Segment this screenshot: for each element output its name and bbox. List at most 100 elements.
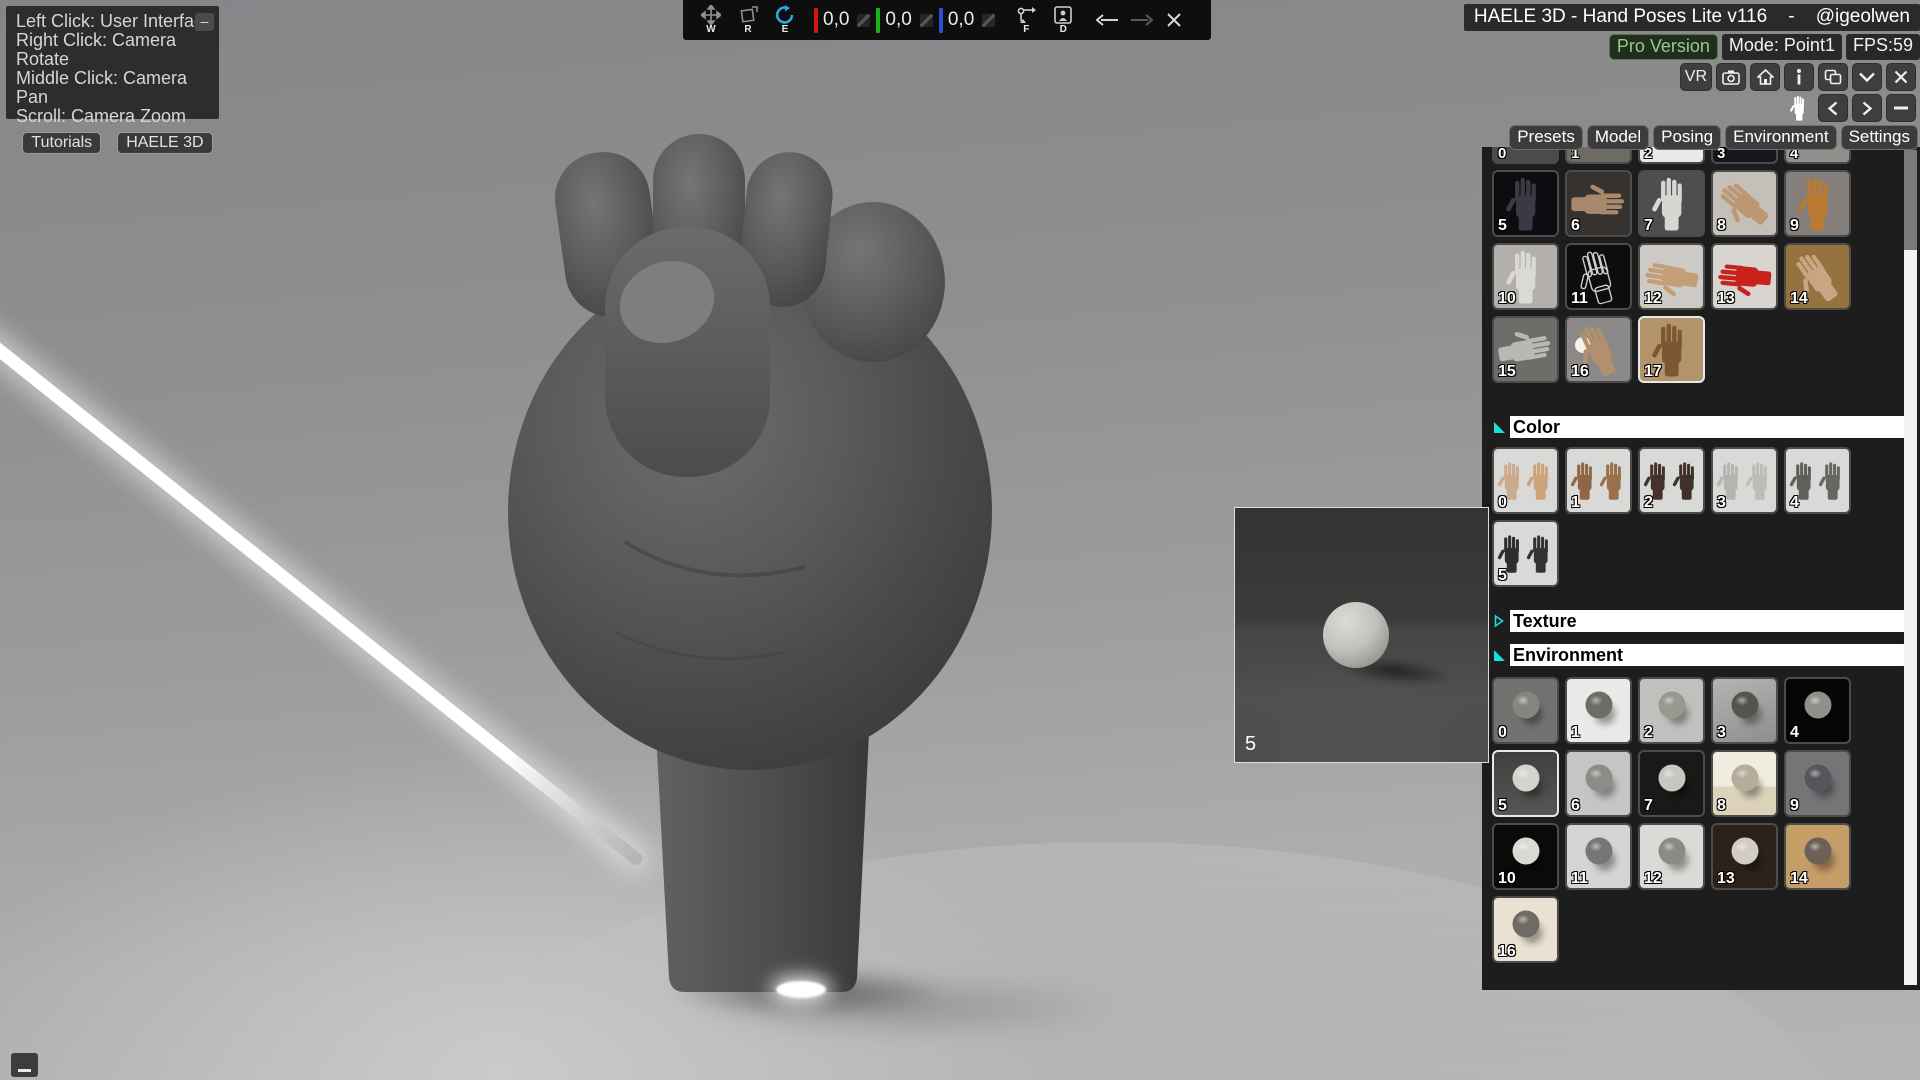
axis-value-field-2[interactable]: 0,0 (939, 8, 974, 33)
focus-icon (1015, 5, 1037, 25)
environment-thumb[interactable]: 16 (1492, 896, 1559, 963)
preset-thumb[interactable]: 6 (1565, 170, 1632, 237)
tutorials-button[interactable]: Tutorials (22, 132, 101, 154)
environment-thumb[interactable]: 8 (1711, 750, 1778, 817)
focus-tool-button[interactable]: F (1012, 5, 1040, 35)
axis-value-field-0[interactable]: 0,0 (814, 8, 849, 33)
environment-thumb[interactable]: 9 (1784, 750, 1851, 817)
environment-thumb[interactable]: 3 (1711, 677, 1778, 744)
floor-glint (776, 981, 826, 998)
color-thumb[interactable]: 1 (1565, 447, 1632, 514)
environment-thumb[interactable]: 6 (1565, 750, 1632, 817)
vr-button[interactable]: VR (1680, 63, 1712, 91)
hand-cursor-button[interactable] (1784, 94, 1814, 122)
close-icon (1894, 70, 1908, 84)
environment-thumb[interactable]: 2 (1638, 677, 1705, 744)
color-thumb[interactable]: 5 (1492, 520, 1559, 587)
color-thumb[interactable]: 0 (1492, 447, 1559, 514)
preset-thumb[interactable]: 17 (1638, 316, 1705, 383)
hand-thumbnail-icon (1816, 453, 1849, 508)
help-minimize-button[interactable]: – (195, 13, 214, 31)
thumbnail-number: 7 (1644, 797, 1653, 815)
info-button[interactable] (1784, 63, 1814, 91)
move-tool-button[interactable]: W (697, 5, 725, 35)
default-view-icon (1053, 5, 1073, 25)
preview-sphere (1323, 602, 1389, 668)
duplicate-button[interactable] (1818, 63, 1848, 91)
scale-icon (738, 5, 758, 25)
preset-thumb[interactable]: 5 (1492, 170, 1559, 237)
panel-scrollbar-thumb[interactable] (1904, 150, 1917, 250)
preset-thumb[interactable]: 14 (1784, 243, 1851, 310)
environment-thumb[interactable]: 5 (1492, 750, 1559, 817)
preset-thumb[interactable]: 8 (1711, 170, 1778, 237)
redo-arrow-icon[interactable] (1129, 12, 1153, 28)
thumbnail-number: 5 (1498, 567, 1507, 585)
mode-badge: Mode: Point1 (1722, 34, 1842, 60)
panel-scrollbar[interactable] (1904, 150, 1917, 985)
environment-thumb[interactable]: 10 (1492, 823, 1559, 890)
preset-thumb[interactable]: 13 (1711, 243, 1778, 310)
environment-sphere (1512, 838, 1539, 865)
info-icon (1795, 69, 1803, 85)
color-section-header[interactable]: Color (1488, 416, 1905, 438)
preset-thumb[interactable]: 12 (1638, 243, 1705, 310)
thumbnail-number: 13 (1717, 870, 1735, 888)
preset-thumb[interactable]: 15 (1492, 316, 1559, 383)
environment-thumb[interactable]: 14 (1784, 823, 1851, 890)
environment-thumb[interactable]: 11 (1565, 823, 1632, 890)
transform-toolbar: W R E 0,0 0,0 0,0 F (683, 0, 1211, 40)
viewport-minimize-button[interactable] (11, 1053, 38, 1077)
thumbnail-number: 15 (1498, 363, 1516, 381)
close-toolbar-icon[interactable] (1166, 12, 1182, 28)
environment-thumb[interactable]: 1 (1565, 677, 1632, 744)
tab-settings[interactable]: Settings (1841, 125, 1918, 150)
environment-thumb[interactable]: 12 (1638, 823, 1705, 890)
scale-tool-button[interactable]: R (734, 5, 762, 35)
tab-presets[interactable]: Presets (1509, 125, 1583, 150)
preset-thumb[interactable]: 10 (1492, 243, 1559, 310)
haele-3d-button[interactable]: HAELE 3D (117, 132, 212, 154)
minimize-panel-button[interactable] (1886, 94, 1916, 122)
minus-icon (1894, 106, 1908, 110)
home-button[interactable] (1750, 63, 1780, 91)
thumbnail-number: 2 (1644, 494, 1653, 512)
axis-lock-icon[interactable] (982, 14, 995, 27)
fist-model[interactable] (505, 112, 1005, 992)
preset-thumb[interactable]: 7 (1638, 170, 1705, 237)
collapse-button[interactable] (1852, 63, 1882, 91)
environment-thumb[interactable]: 13 (1711, 823, 1778, 890)
preset-thumb[interactable]: 11 (1565, 243, 1632, 310)
color-thumb[interactable]: 3 (1711, 447, 1778, 514)
thumbnail-number: 10 (1498, 870, 1516, 888)
next-button[interactable] (1852, 94, 1882, 122)
collapse-triangle (1488, 416, 1510, 438)
hand-thumbnail-icon (1524, 526, 1557, 581)
axis-value-field-1[interactable]: 0,0 (876, 8, 911, 33)
preset-thumb[interactable]: 16 (1565, 316, 1632, 383)
tab-model[interactable]: Model (1587, 125, 1649, 150)
thumbnail-number: 11 (1571, 870, 1588, 888)
environment-thumb[interactable]: 4 (1784, 677, 1851, 744)
tab-environment[interactable]: Environment (1725, 125, 1836, 150)
help-line: Scroll: Camera Zoom (16, 107, 219, 126)
texture-section-header[interactable]: Texture (1488, 610, 1905, 632)
prev-button[interactable] (1818, 94, 1848, 122)
preset-thumb[interactable]: 9 (1784, 170, 1851, 237)
default-view-button[interactable]: D (1049, 5, 1077, 35)
color-thumb[interactable]: 2 (1638, 447, 1705, 514)
axis-lock-icon[interactable] (857, 14, 870, 27)
undo-arrow-icon[interactable] (1096, 12, 1120, 28)
environment-sphere (1804, 765, 1831, 792)
axis-lock-icon[interactable] (920, 14, 933, 27)
tab-posing[interactable]: Posing (1653, 125, 1721, 150)
close-app-button[interactable] (1886, 63, 1916, 91)
color-thumb[interactable]: 4 (1784, 447, 1851, 514)
screenshot-button[interactable] (1716, 63, 1746, 91)
environment-thumb[interactable]: 0 (1492, 677, 1559, 744)
rotate-tool-button[interactable]: E (771, 5, 799, 35)
expand-triangle (1488, 610, 1510, 632)
environment-thumb[interactable]: 7 (1638, 750, 1705, 817)
thumbnail-number: 11 (1571, 290, 1588, 308)
environment-section-header[interactable]: Environment (1488, 644, 1905, 666)
